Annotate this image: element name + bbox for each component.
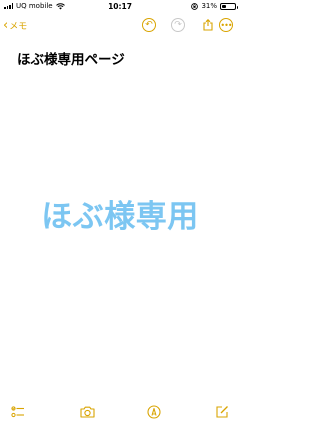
checklist-icon[interactable] — [11, 404, 25, 418]
status-right: 31% — [191, 2, 238, 10]
more-icon[interactable]: ••• — [219, 18, 233, 32]
nav-bar: ‹ メモ ↶ ↷ ••• — [0, 14, 240, 40]
note-body-text[interactable]: ほぶ様専用 — [0, 191, 240, 236]
redo-icon[interactable]: ↷ — [171, 18, 185, 32]
note-title[interactable]: ほぶ様専用ページ — [17, 48, 125, 68]
share-icon[interactable] — [201, 18, 215, 32]
bottom-toolbar — [0, 398, 240, 426]
battery-percent: 31% — [201, 2, 217, 10]
battery-level — [222, 4, 226, 8]
orientation-lock-icon — [191, 2, 199, 10]
back-button[interactable]: ‹ メモ — [3, 17, 28, 33]
status-bar: UQ mobile 10:17 31% — [0, 0, 240, 14]
camera-icon[interactable] — [80, 404, 95, 418]
chevron-left-icon: ‹ — [3, 17, 9, 33]
markup-pen-icon[interactable] — [147, 404, 161, 419]
battery-icon — [220, 2, 238, 10]
back-label: メモ — [9, 22, 28, 32]
compose-icon[interactable] — [215, 404, 229, 418]
undo-icon[interactable]: ↶ — [142, 18, 156, 32]
